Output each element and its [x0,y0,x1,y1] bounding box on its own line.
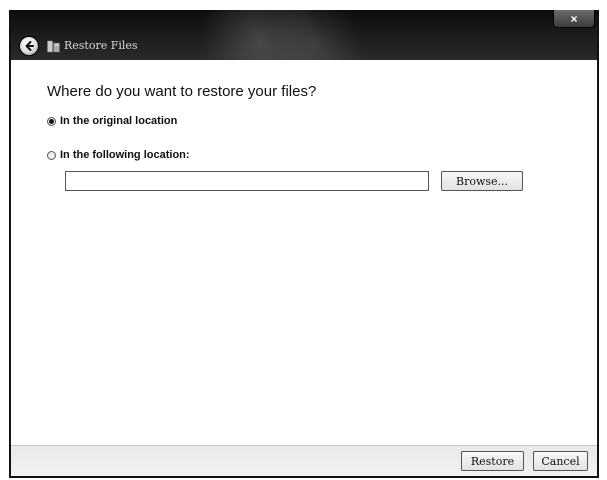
radio-selected-dot [49,118,54,124]
location-path-input[interactable] [65,171,429,191]
cancel-button[interactable]: Cancel [533,451,588,471]
original-location-label: In the original location [60,115,178,127]
following-location-label: In the following location: [60,149,190,161]
browse-button[interactable]: Browse... [441,171,523,191]
following-location-radio[interactable] [47,150,56,160]
close-button[interactable]: × [553,10,595,28]
dialog-footer: Restore Cancel [11,445,597,476]
original-location-radio[interactable] [47,116,56,126]
following-location-option[interactable]: In the following location: [47,149,190,161]
page-heading: Where do you want to restore your files? [47,83,317,100]
restore-files-icon [47,40,60,53]
title-bar: Restore Files × [11,10,597,60]
restore-button[interactable]: Restore [461,451,524,471]
back-arrow-icon [25,41,34,51]
window-title: Restore Files [64,39,138,52]
close-icon: × [570,11,578,26]
original-location-option[interactable]: In the original location [47,115,177,127]
restore-files-window: Restore Files × Where do you want to res… [9,10,599,478]
main-content: Where do you want to restore your files?… [11,60,597,445]
back-button[interactable] [19,36,39,56]
